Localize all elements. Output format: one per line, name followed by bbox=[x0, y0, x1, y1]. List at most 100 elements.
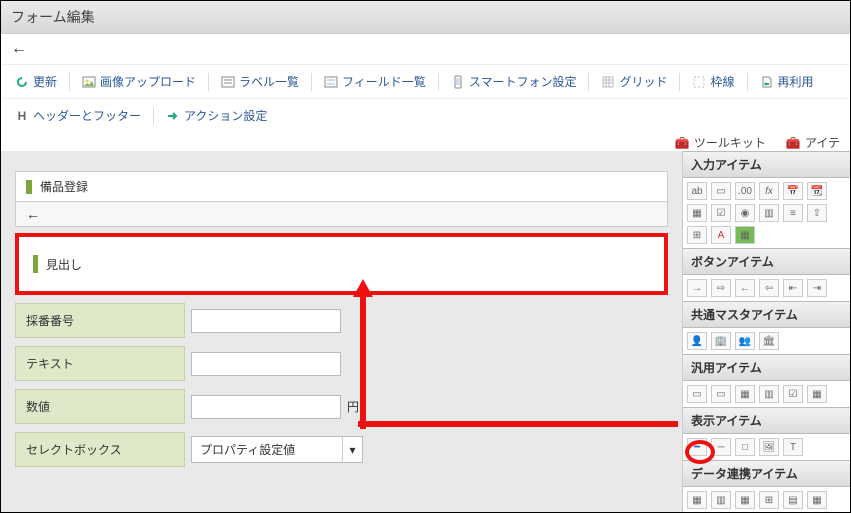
list-icon bbox=[221, 75, 235, 89]
calendar-item-icon[interactable]: 📆 bbox=[807, 182, 827, 200]
display-items-grid: ━ ─ □ 🖼 T bbox=[683, 434, 850, 460]
link2-icon[interactable]: ▥ bbox=[711, 491, 731, 509]
image-display-icon[interactable]: 🖼 bbox=[759, 438, 779, 456]
reuse-button[interactable]: 再利用 bbox=[752, 69, 822, 94]
back-arrow-icon[interactable]: ← bbox=[11, 40, 27, 57]
generic6-icon[interactable]: ▦ bbox=[807, 385, 827, 403]
generic4-icon[interactable]: ▥ bbox=[759, 385, 779, 403]
headline-item[interactable]: 見出し bbox=[15, 233, 668, 295]
item-label: アイテ bbox=[805, 134, 840, 151]
generic5-icon[interactable]: ☑ bbox=[783, 385, 803, 403]
number-input[interactable] bbox=[191, 395, 341, 419]
grid-item-icon[interactable]: ▦ bbox=[687, 204, 707, 222]
generic3-icon[interactable]: ▦ bbox=[735, 385, 755, 403]
master-items-grid: 👤 🏢 👥 🏛 bbox=[683, 328, 850, 354]
sequence-input[interactable] bbox=[191, 309, 341, 333]
generic2-icon[interactable]: ▭ bbox=[711, 385, 731, 403]
last-button-icon[interactable]: ⇥ bbox=[807, 279, 827, 297]
list-item-icon[interactable]: ≡ bbox=[783, 204, 803, 222]
textarea-item-icon[interactable]: ▭ bbox=[711, 182, 731, 200]
field-list-label: フィールド一覧 bbox=[342, 73, 426, 90]
frame-icon bbox=[692, 75, 706, 89]
select-input[interactable]: プロパティ設定値 ▾ bbox=[191, 436, 363, 463]
dept-item-icon[interactable]: 🏛 bbox=[759, 332, 779, 350]
group-item-icon[interactable]: 👥 bbox=[735, 332, 755, 350]
panel-header-generic: 汎用アイテム bbox=[683, 354, 850, 381]
text-display-icon[interactable]: T bbox=[783, 438, 803, 456]
form-back-arrow-icon[interactable]: ← bbox=[26, 206, 40, 222]
tree-item-icon[interactable]: ▦ bbox=[735, 226, 755, 244]
image-upload-label: 画像アップロード bbox=[100, 73, 196, 90]
frame-button[interactable]: 枠線 bbox=[684, 69, 742, 94]
field-label: 数値 bbox=[15, 389, 185, 424]
next-button-icon[interactable]: → bbox=[687, 279, 707, 297]
grid-button[interactable]: グリッド bbox=[593, 69, 675, 94]
field-label: テキスト bbox=[15, 346, 185, 381]
text-input[interactable] bbox=[191, 352, 341, 376]
form-canvas[interactable]: 備品登録 ← 見出し 採番番号 テキスト 数値 円 bbox=[1, 151, 682, 512]
field-icon bbox=[324, 75, 338, 89]
toolbox-icon: 🧰 bbox=[786, 136, 801, 150]
check-item-icon[interactable]: ☑ bbox=[711, 204, 731, 222]
submit-button-icon[interactable]: ⇨ bbox=[711, 279, 731, 297]
date-item-icon[interactable]: 📅 bbox=[783, 182, 803, 200]
richtext-item-icon[interactable]: A bbox=[711, 226, 731, 244]
panel-header-display: 表示アイテム bbox=[683, 407, 850, 434]
line-display-icon[interactable]: ─ bbox=[711, 438, 731, 456]
field-sequence[interactable]: 採番番号 bbox=[15, 303, 668, 338]
panel-header-link: データ連携アイテム bbox=[683, 460, 850, 487]
link6-icon[interactable]: ▦ bbox=[807, 491, 827, 509]
link1-icon[interactable]: ▦ bbox=[687, 491, 707, 509]
label-list-label: ラベル一覧 bbox=[239, 73, 299, 90]
grid-icon bbox=[601, 75, 615, 89]
headline-mark-icon bbox=[33, 255, 38, 273]
side-tabs: 🧰 ツールキット 🧰 アイテ bbox=[1, 132, 850, 151]
refresh-button[interactable]: 更新 bbox=[7, 69, 65, 94]
toolkit-tab[interactable]: 🧰 ツールキット bbox=[675, 134, 766, 151]
function-item-icon[interactable]: fx bbox=[759, 182, 779, 200]
prev-button-icon[interactable]: ⇦ bbox=[759, 279, 779, 297]
image-icon bbox=[82, 75, 96, 89]
headline-text: 見出し bbox=[46, 256, 82, 273]
user-item-icon[interactable]: 👤 bbox=[687, 332, 707, 350]
label-list-button[interactable]: ラベル一覧 bbox=[213, 69, 307, 94]
text-item-icon[interactable]: ab bbox=[687, 182, 707, 200]
field-text[interactable]: テキスト bbox=[15, 346, 668, 381]
field-list-button[interactable]: フィールド一覧 bbox=[316, 69, 434, 94]
action-icon bbox=[166, 109, 180, 123]
panel-header-master: 共通マスタアイテム bbox=[683, 301, 850, 328]
field-select[interactable]: セレクトボックス プロパティ設定値 ▾ bbox=[15, 432, 668, 467]
item-tab[interactable]: 🧰 アイテ bbox=[786, 134, 840, 151]
header-footer-button[interactable]: H ヘッダーとフッター bbox=[7, 103, 149, 128]
smartphone-button[interactable]: スマートフォン設定 bbox=[443, 69, 585, 94]
back-button-icon[interactable]: ← bbox=[735, 279, 755, 297]
upload-item-icon[interactable]: ⇧ bbox=[807, 204, 827, 222]
field-number[interactable]: 数値 円 bbox=[15, 389, 668, 424]
box-display-icon[interactable]: □ bbox=[735, 438, 755, 456]
action-button[interactable]: アクション設定 bbox=[158, 103, 275, 128]
chevron-down-icon[interactable]: ▾ bbox=[342, 437, 362, 462]
link-items-grid: ▦ ▥ ▦ ⊞ ▤ ▦ bbox=[683, 487, 850, 512]
generic1-icon[interactable]: ▭ bbox=[687, 385, 707, 403]
select-value: プロパティ設定値 bbox=[192, 437, 342, 462]
org-item-icon[interactable]: 🏢 bbox=[711, 332, 731, 350]
field-label: 採番番号 bbox=[15, 303, 185, 338]
first-button-icon[interactable]: ⇤ bbox=[783, 279, 803, 297]
form-header: 備品登録 bbox=[15, 171, 668, 202]
link3-icon[interactable]: ▦ bbox=[735, 491, 755, 509]
toolbox-icon: 🧰 bbox=[675, 136, 690, 150]
table-item-icon[interactable]: ⊞ bbox=[687, 226, 707, 244]
headline-display-icon[interactable]: ━ bbox=[687, 438, 707, 456]
number-item-icon[interactable]: .00 bbox=[735, 182, 755, 200]
header-footer-label: ヘッダーとフッター bbox=[33, 107, 141, 124]
header-footer-icon: H bbox=[15, 109, 29, 123]
toolkit-panel: 入力アイテム ab ▭ .00 fx 📅 📆 ▦ ☑ ◉ ▥ ≡ ⇧ ⊞ A ▦… bbox=[682, 151, 850, 512]
panel-header-input: 入力アイテム bbox=[683, 151, 850, 178]
link4-icon[interactable]: ⊞ bbox=[759, 491, 779, 509]
link5-icon[interactable]: ▤ bbox=[783, 491, 803, 509]
radio-item-icon[interactable]: ◉ bbox=[735, 204, 755, 222]
select-item-icon[interactable]: ▥ bbox=[759, 204, 779, 222]
back-row: ← bbox=[1, 34, 850, 64]
form-sub-back: ← bbox=[15, 202, 668, 227]
image-upload-button[interactable]: 画像アップロード bbox=[74, 69, 204, 94]
